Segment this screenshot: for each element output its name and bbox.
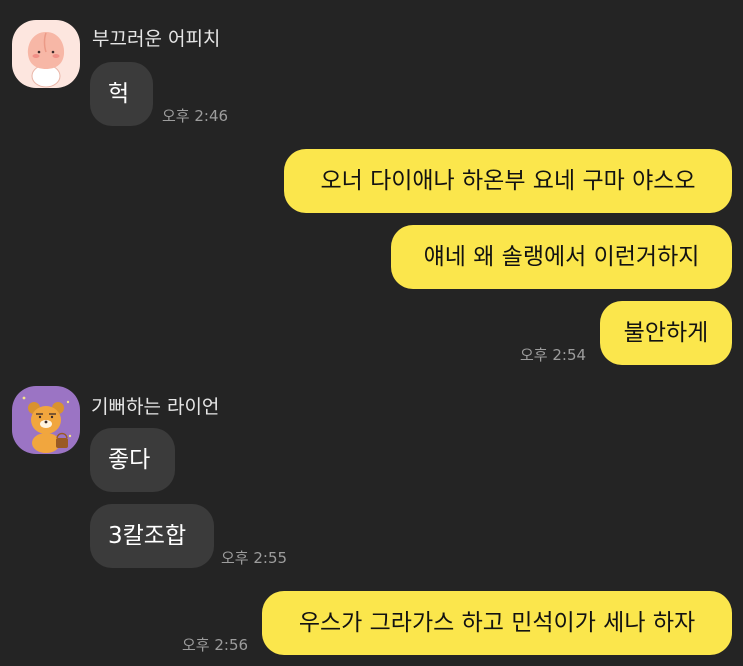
message-bubble[interactable]: 좋다 <box>90 428 175 492</box>
sender-name: 부끄러운 어피치 <box>92 28 221 50</box>
apeach-avatar-icon[interactable] <box>12 20 80 88</box>
message-bubble-outgoing[interactable]: 불안하게 <box>600 301 732 365</box>
message-bubble-outgoing[interactable]: 얘네 왜 솔랭에서 이런거하지 <box>391 225 732 289</box>
message-bubble-outgoing[interactable]: 우스가 그라가스 하고 민석이가 세나 하자 <box>262 591 732 655</box>
message-timestamp: 오후 2:54 <box>520 346 587 364</box>
message-timestamp: 오후 2:56 <box>182 636 249 654</box>
sender-name: 기뻐하는 라이언 <box>91 396 220 418</box>
message-bubble[interactable]: 3칼조합 <box>90 504 214 568</box>
message-bubble[interactable]: 헉 <box>90 62 153 126</box>
message-bubble-outgoing[interactable]: 오너 다이애나 하온부 요네 구마 야스오 <box>284 149 732 213</box>
message-timestamp: 오후 2:55 <box>221 549 288 567</box>
ryan-avatar-icon[interactable] <box>12 386 80 454</box>
message-timestamp: 오후 2:46 <box>162 107 229 125</box>
